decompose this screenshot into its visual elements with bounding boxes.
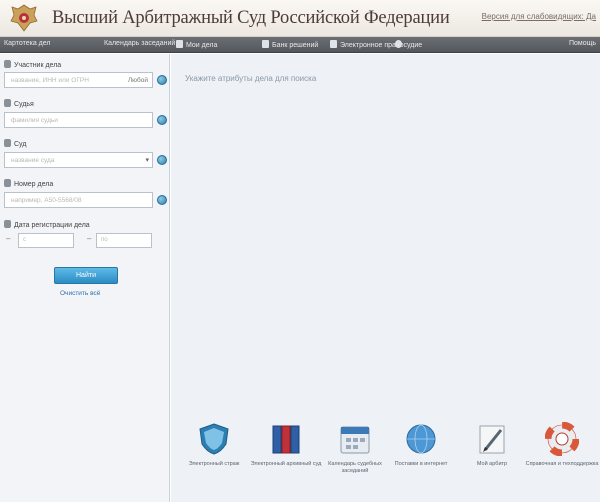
- document-icon: [262, 40, 269, 48]
- tile-my-arbitr[interactable]: Мой арбитр: [454, 422, 530, 468]
- tile-shield[interactable]: Электронный страж: [176, 422, 252, 468]
- nav-item-cases[interactable]: Картотека дел: [4, 40, 50, 47]
- nav-item-help[interactable]: [395, 40, 405, 49]
- date-dash: –: [6, 234, 11, 243]
- header: Высший Арбитражный Суд Российской Федера…: [0, 0, 600, 37]
- participant-label: Участник дела: [4, 60, 61, 69]
- clear-all-link[interactable]: Очистить всё: [60, 290, 100, 297]
- info-icon: [395, 40, 402, 48]
- pen-icon: [479, 425, 505, 454]
- lifebuoy-icon: [545, 422, 579, 456]
- tile-label: Электронный архивный суд: [250, 461, 322, 467]
- court-label: Суд: [4, 139, 26, 148]
- folder-icon: [176, 40, 183, 48]
- top-navigation: Картотека дел Календарь заседаний Мои де…: [0, 37, 600, 53]
- case-number-label: Номер дела: [4, 179, 53, 188]
- scales-icon: [330, 40, 337, 48]
- globe-icon: [406, 424, 436, 454]
- case-number-search-icon[interactable]: [157, 195, 167, 205]
- tile-globe[interactable]: Поставки в интернет: [383, 422, 459, 468]
- reg-date-label: Дата регистрации дела: [4, 220, 90, 229]
- search-hint: Укажите атрибуты дела для поиска: [185, 74, 317, 83]
- nav-item-calendar[interactable]: Календарь заседаний: [104, 40, 175, 47]
- tile-label: Поставки в интернет: [394, 461, 448, 467]
- judge-input[interactable]: фамилия судьи: [4, 112, 153, 128]
- tile-support[interactable]: Справочная и техподдержка: [524, 422, 600, 468]
- calendar-small-icon: [4, 220, 11, 228]
- judge-search-icon[interactable]: [157, 115, 167, 125]
- search-button[interactable]: Найти: [54, 267, 118, 284]
- judge-icon: [4, 99, 11, 107]
- books-icon: [272, 425, 300, 454]
- nav-item-my-cases[interactable]: Мои дела: [176, 40, 217, 49]
- search-sidebar: Участник дела название, ИНН или ОГРН Люб…: [0, 54, 170, 502]
- date-separator: –: [87, 234, 92, 243]
- tile-label: Электронный страж: [188, 461, 240, 467]
- shield-icon: [199, 423, 229, 455]
- tile-label: Справочная и техподдержка: [525, 461, 599, 467]
- results-panel: Укажите атрибуты дела для поиска Электро…: [171, 54, 600, 502]
- participant-search-icon[interactable]: [157, 75, 167, 85]
- coat-of-arms-icon: [10, 4, 38, 32]
- court-title[interactable]: Высший Арбитражный Суд Российской Федера…: [52, 8, 450, 29]
- date-from-input[interactable]: с: [18, 233, 74, 248]
- tile-label: Мой арбитр: [476, 461, 508, 467]
- case-file-icon: [4, 179, 11, 187]
- calendar-icon: [340, 426, 370, 454]
- tile-archive[interactable]: Электронный архивный суд: [248, 422, 324, 468]
- date-to-input[interactable]: по: [96, 233, 152, 248]
- judge-label: Судья: [4, 99, 34, 108]
- court-search-icon[interactable]: [157, 155, 167, 165]
- nav-item-decisions[interactable]: Банк решений: [262, 40, 318, 49]
- nav-item-help-label[interactable]: Помощь: [569, 40, 596, 47]
- accessibility-link[interactable]: Версия для слабовидящих: Да: [482, 12, 596, 21]
- case-number-input[interactable]: например, А50-5568/08: [4, 192, 153, 208]
- chevron-down-icon[interactable]: ▾: [145, 156, 149, 164]
- tile-calendar[interactable]: Календарь судебных заседаний: [317, 422, 393, 475]
- court-select[interactable]: название суда ▾: [4, 152, 153, 168]
- court-building-icon: [4, 139, 11, 147]
- nav-item-e-justice[interactable]: Электронное правосудие: [330, 40, 422, 49]
- participant-role-toggle[interactable]: Любой: [128, 77, 148, 84]
- tile-label: Календарь судебных заседаний: [328, 461, 382, 474]
- person-icon: [4, 60, 11, 68]
- participant-input[interactable]: название, ИНН или ОГРН Любой: [4, 72, 153, 88]
